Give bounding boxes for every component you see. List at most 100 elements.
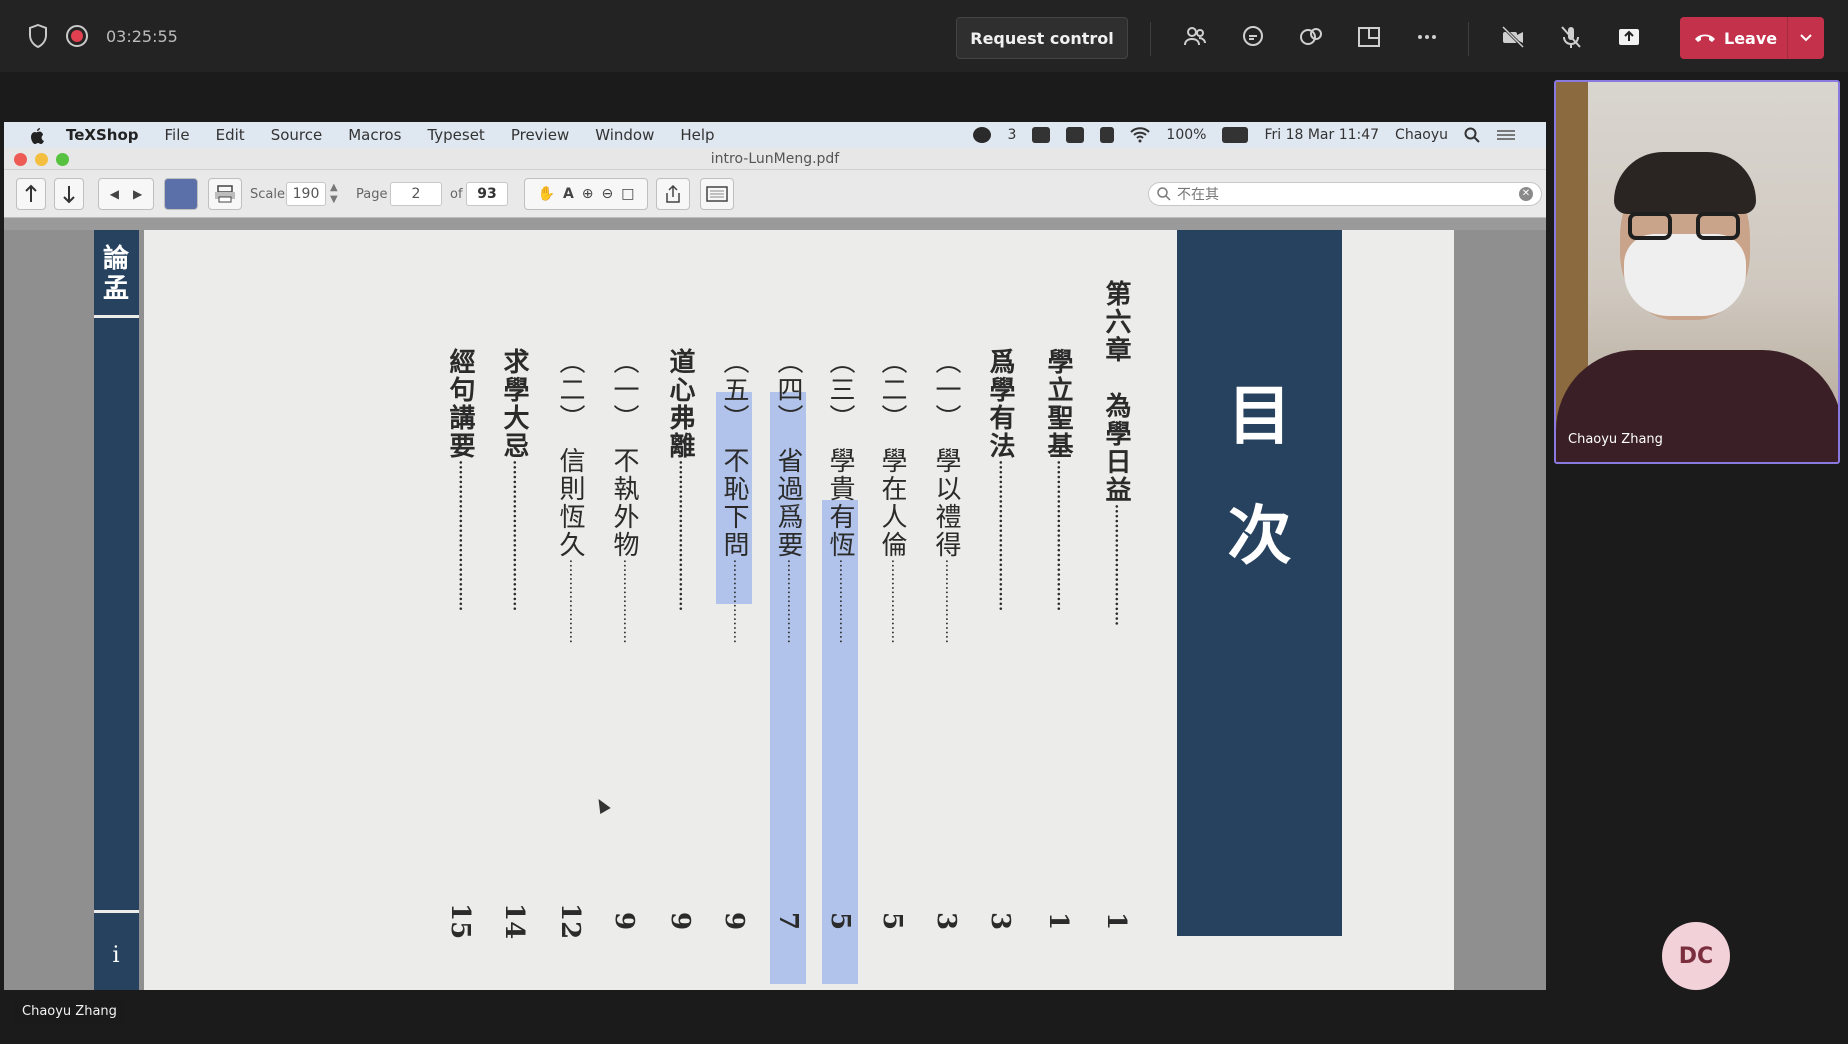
toc-title-char-2: 次 <box>1227 499 1292 574</box>
typeset-icon[interactable] <box>164 178 198 210</box>
select-area-icon[interactable]: □ <box>621 186 634 202</box>
toc-entry[interactable]: （一） 學以禮得··················· <box>928 348 964 910</box>
minimize-window-icon[interactable] <box>35 153 48 166</box>
print-icon[interactable] <box>208 178 242 210</box>
toc-entry[interactable]: 第六章 為學日益························· <box>1098 280 1134 910</box>
toc-entry[interactable]: （一） 不執外物··················· <box>606 348 642 910</box>
menu-file[interactable]: File <box>165 126 190 144</box>
camera-off-icon[interactable] <box>1496 20 1530 54</box>
toc-entry[interactable]: 學立聖基······························· <box>1040 348 1076 910</box>
search-icon <box>1157 187 1171 201</box>
teams-top-bar: 03:25:55 Request control Leave <box>0 0 1848 72</box>
glasses-right <box>1696 212 1740 240</box>
chat-icon[interactable] <box>1236 20 1270 54</box>
menu-preview[interactable]: Preview <box>511 126 569 144</box>
zoom-in-icon[interactable]: ⊕ <box>582 186 594 202</box>
toc-entry[interactable]: （二） 信則恆久··················· <box>552 348 588 910</box>
scale-input[interactable]: 190 <box>286 182 326 206</box>
phone-hangup-icon <box>1695 34 1715 42</box>
toc-leader-dots: ······························· <box>672 460 688 612</box>
toc-page-number: 3 <box>931 911 961 931</box>
scroll-down-button[interactable] <box>54 178 84 210</box>
prev-page-icon[interactable]: ◀ <box>110 187 119 201</box>
mouse-mode-group: ✋ A ⊕ ⊖ □ <box>524 178 648 210</box>
leave-main[interactable]: Leave <box>1680 17 1788 59</box>
toc-leader-dots: ··················· <box>616 559 632 644</box>
battery-percent: 100% <box>1166 127 1207 143</box>
toc-entry[interactable]: 道心弗離······························· <box>662 348 698 910</box>
rooms-icon[interactable] <box>1352 20 1386 54</box>
next-page-icon[interactable]: ▶ <box>133 187 142 201</box>
toc-entry[interactable]: （四） 省過爲要··················· <box>770 348 806 910</box>
sync-icon[interactable] <box>700 178 734 210</box>
mic-off-icon[interactable] <box>1554 20 1588 54</box>
more-options-icon[interactable] <box>1410 20 1444 54</box>
zoom-out-icon[interactable]: ⊖ <box>602 186 614 202</box>
input-method-icon[interactable] <box>1100 127 1115 143</box>
pdf-view[interactable]: 論孟 i 目 次 第六章 為學日益·······················… <box>4 230 1546 990</box>
toc-entry[interactable]: （二） 學在人倫··················· <box>874 348 910 910</box>
chevron-down-icon <box>1800 34 1812 42</box>
of-label: of <box>450 187 463 202</box>
leave-button[interactable]: Leave <box>1680 17 1824 59</box>
menu-source[interactable]: Source <box>271 126 323 144</box>
face-mask <box>1624 234 1746 316</box>
toc-page-number: 9 <box>719 911 749 931</box>
participant-name-label: Chaoyu Zhang <box>1568 432 1663 447</box>
toc-entry[interactable]: 爲學有法······························· <box>982 348 1018 910</box>
clear-search-icon[interactable]: ✕ <box>1519 187 1533 201</box>
toc-title-block <box>1177 230 1342 936</box>
people-icon[interactable] <box>1178 20 1212 54</box>
zoom-window-icon[interactable] <box>56 153 69 166</box>
request-control-button[interactable]: Request control <box>956 17 1128 59</box>
battery-icon[interactable] <box>1222 127 1249 143</box>
control-center-icon[interactable] <box>1496 128 1516 142</box>
menu-app-texshop[interactable]: TeXShop <box>66 126 139 144</box>
leave-dropdown[interactable] <box>1788 17 1824 59</box>
wechat-icon[interactable] <box>973 127 992 143</box>
toc-leader-dots: ······························· <box>452 460 468 612</box>
wifi-icon[interactable] <box>1130 127 1151 143</box>
reactions-icon[interactable] <box>1294 20 1328 54</box>
pdf-search-field[interactable]: 不在其 ✕ <box>1148 182 1542 206</box>
camera-status-icon[interactable] <box>1032 127 1051 143</box>
toc-leader-dots: ··················· <box>832 559 848 644</box>
menu-macros[interactable]: Macros <box>348 126 401 144</box>
scroll-up-button[interactable] <box>16 178 46 210</box>
prev-next-buttons[interactable]: ◀ ▶ <box>98 178 154 210</box>
menu-help[interactable]: Help <box>680 126 714 144</box>
menu-window[interactable]: Window <box>595 126 654 144</box>
menubar-user[interactable]: Chaoyu <box>1395 127 1448 143</box>
menu-typeset[interactable]: Typeset <box>427 126 484 144</box>
toc-page-number: 14 <box>499 903 529 940</box>
menu-edit[interactable]: Edit <box>216 126 245 144</box>
scale-stepper[interactable]: ▲ ▼ <box>330 182 338 206</box>
spotlight-search-icon[interactable] <box>1464 127 1480 143</box>
participant-avatar[interactable]: DC <box>1662 922 1730 990</box>
toc-entry-text: （五） 不恥下問 <box>719 348 749 559</box>
shield-icon <box>29 24 47 48</box>
meeting-timer: 03:25:55 <box>106 26 178 46</box>
toc-page-number: 7 <box>773 911 803 931</box>
close-window-icon[interactable] <box>14 153 27 166</box>
toc-entry[interactable]: （三） 學貴有恆··················· <box>822 348 858 910</box>
toc-leader-dots: ··················· <box>780 559 796 644</box>
apple-icon[interactable] <box>28 126 46 144</box>
toc-entry[interactable]: （五） 不恥下問··················· <box>716 348 752 910</box>
toolbar-divider <box>1468 22 1469 56</box>
tool-status-icon[interactable] <box>1066 127 1085 143</box>
toc-entry-text: （二） 信則恆久 <box>555 348 585 559</box>
toc-entry-text: 經句講要 <box>445 348 475 460</box>
page-input[interactable]: 2 <box>390 182 442 206</box>
toc-entry[interactable]: 經句講要······························· <box>442 348 478 910</box>
share-screen-icon[interactable] <box>1612 20 1646 54</box>
share-icon[interactable] <box>656 178 690 210</box>
participant-video-tile[interactable]: Chaoyu Zhang <box>1554 80 1840 464</box>
text-select-icon[interactable]: A <box>563 186 574 202</box>
toc-title-char-1: 目 <box>1227 379 1292 454</box>
search-value: 不在其 <box>1177 187 1219 203</box>
hand-tool-icon[interactable]: ✋ <box>538 186 555 202</box>
toc-entry[interactable]: 求學大忌······························· <box>496 348 532 910</box>
menubar-datetime[interactable]: Fri 18 Mar 11:47 <box>1264 127 1379 143</box>
pdf-background <box>1456 230 1546 990</box>
